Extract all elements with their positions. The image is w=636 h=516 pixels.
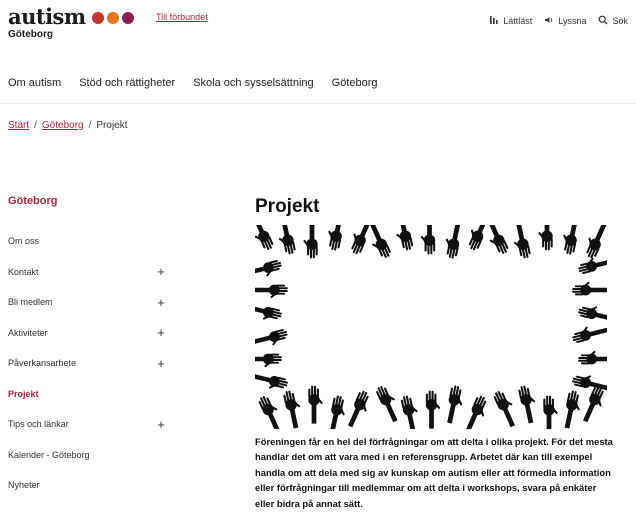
sidebar-item[interactable]: Om oss xyxy=(8,226,168,257)
sidebar-item-label: Bli medlem xyxy=(8,297,53,308)
hand-silhouette xyxy=(468,225,490,251)
hand-silhouette xyxy=(538,225,553,251)
logo-dot xyxy=(106,12,119,24)
logo-dot xyxy=(121,12,134,24)
listen-button[interactable]: Lyssna xyxy=(544,15,586,27)
sidebar-item[interactable]: Kontakt + xyxy=(8,257,168,288)
hand-silhouette xyxy=(563,225,579,255)
sidebar-item[interactable]: Bli medlem + xyxy=(8,287,168,318)
hand-silhouette xyxy=(572,281,607,296)
speaker-icon xyxy=(544,15,554,27)
hand-silhouette xyxy=(255,260,282,277)
federation-link[interactable]: Till förbundet xyxy=(156,12,208,22)
sidebar-item[interactable]: Tips och länkar + xyxy=(8,409,168,440)
hand-silhouette xyxy=(425,390,441,429)
hand-silhouette xyxy=(572,326,607,343)
logo-dots xyxy=(91,11,137,29)
hand-silhouette xyxy=(572,375,607,391)
site-logo[interactable]: autism Göteborg xyxy=(8,6,137,40)
expand-plus-icon[interactable]: + xyxy=(156,417,166,432)
search-label: Sök xyxy=(612,16,628,26)
listen-label: Lyssna xyxy=(558,16,587,26)
intro-paragraph: Föreningen får en hel del förfrågningar … xyxy=(255,436,613,509)
logo-wordmark: autism xyxy=(8,4,86,29)
hand-silhouette xyxy=(578,306,607,322)
sidebar-item[interactable]: Påverkansarbete + xyxy=(8,348,168,379)
hand-silhouette xyxy=(351,225,372,255)
sidebar-item-label: Projekt xyxy=(8,388,39,399)
expand-plus-icon[interactable]: + xyxy=(156,264,166,279)
search-icon xyxy=(598,15,608,27)
nav-item-goteborg[interactable]: Göteborg xyxy=(332,77,378,89)
hand-silhouette xyxy=(369,225,391,258)
logo-subtitle: Göteborg xyxy=(8,29,53,40)
hand-silhouette xyxy=(303,225,318,259)
sidebar-item-label: Kalender - Göteborg xyxy=(8,449,90,460)
hand-silhouette xyxy=(255,304,282,320)
hand-silhouette xyxy=(493,391,515,428)
hand-silhouette xyxy=(328,225,344,251)
easy-read-label: Lättläst xyxy=(503,16,533,26)
easy-read-button[interactable]: Lättläst xyxy=(489,15,532,27)
breadcrumb-separator: / xyxy=(88,120,92,131)
breadcrumb: Start / Göteborg / Projekt xyxy=(8,120,128,131)
sidebar-item-label: Om oss xyxy=(8,236,40,247)
breadcrumb-separator: / xyxy=(34,120,37,131)
hand-silhouette xyxy=(564,390,580,429)
header-tools: Lättläst Lyssna Sök xyxy=(489,15,628,27)
page-title: Projekt xyxy=(255,196,320,217)
hand-silhouette xyxy=(308,385,323,424)
hand-silhouette xyxy=(420,225,436,255)
sidebar-item[interactable]: Projekt xyxy=(8,379,168,410)
breadcrumb-goteborg[interactable]: Göteborg xyxy=(42,120,84,131)
search-button[interactable]: Sök xyxy=(598,15,628,27)
hand-silhouette xyxy=(255,329,288,346)
hand-silhouette xyxy=(445,225,461,259)
sidebar-item[interactable]: Nyheter xyxy=(8,470,168,501)
sidebar-nav: Om oss Kontakt + Bli medlem + Aktiviteter + Påv… xyxy=(8,226,168,501)
hand-silhouette xyxy=(278,225,296,255)
hand-silhouette xyxy=(400,395,418,429)
hand-silhouette xyxy=(255,284,288,299)
hand-silhouette xyxy=(465,395,487,429)
hand-silhouette xyxy=(586,225,607,259)
hand-silhouette xyxy=(396,225,414,251)
sidebar-item-label: Aktiviteter xyxy=(8,327,48,338)
sidebar-item-label: Påverkansarbete xyxy=(8,358,77,369)
sidebar-item-label: Kontakt xyxy=(8,266,39,277)
hand-silhouette xyxy=(255,225,274,250)
expand-plus-icon[interactable]: + xyxy=(156,325,166,340)
reading-icon xyxy=(489,15,499,27)
expand-plus-icon[interactable]: + xyxy=(156,295,166,310)
hand-silhouette xyxy=(447,385,463,424)
sidebar-item-label: Nyheter xyxy=(8,480,40,491)
breadcrumb-current: Projekt xyxy=(96,120,128,131)
hand-silhouette xyxy=(255,353,282,368)
hand-silhouette xyxy=(348,390,369,428)
hand-silhouette xyxy=(255,373,288,389)
hand-silhouette xyxy=(518,385,536,424)
nav-item-om-autism[interactable]: Om autism xyxy=(8,77,61,89)
hands-illustration xyxy=(255,225,607,429)
breadcrumb-start[interactable]: Start xyxy=(8,120,29,131)
nav-divider xyxy=(0,103,636,104)
logo-dot xyxy=(91,12,104,24)
hand-silhouette xyxy=(329,395,345,429)
hand-silhouette xyxy=(376,386,398,423)
main-nav: Om autism Stöd och rättigheter Skola och… xyxy=(8,77,378,89)
sidebar-item[interactable]: Kalender - Göteborg xyxy=(8,440,168,471)
nav-item-stod[interactable]: Stöd och rättigheter xyxy=(79,77,175,89)
sidebar-title[interactable]: Göteborg xyxy=(8,195,58,207)
hand-silhouette xyxy=(583,385,604,423)
sidebar-item[interactable]: Aktiviteter + xyxy=(8,318,168,349)
hand-silhouette xyxy=(283,390,301,429)
sidebar-item-label: Tips och länkar xyxy=(8,419,69,430)
hand-silhouette xyxy=(258,396,280,429)
expand-plus-icon[interactable]: + xyxy=(156,356,166,371)
nav-item-skola[interactable]: Skola och sysselsättning xyxy=(193,77,313,89)
hand-silhouette xyxy=(513,225,531,259)
hand-silhouette xyxy=(543,395,558,429)
hand-silhouette xyxy=(487,225,509,254)
hand-silhouette xyxy=(578,350,607,365)
